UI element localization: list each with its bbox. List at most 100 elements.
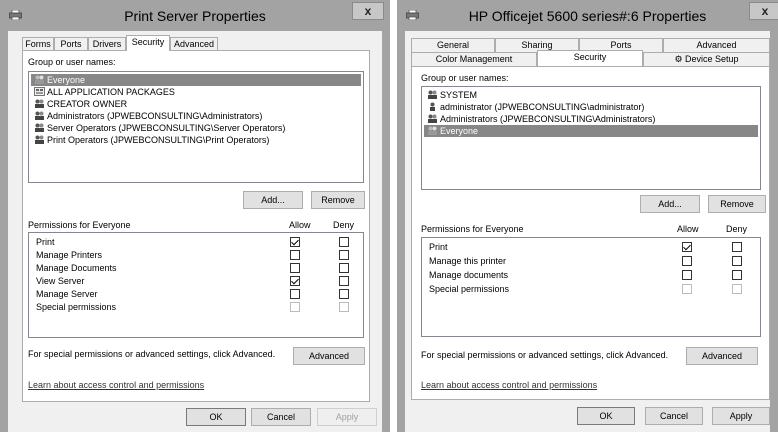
dialog-body: General Sharing Ports Advanced Color Man… — [405, 31, 770, 432]
user-list[interactable]: Everyone ALL APPLICATION PACKAGES CREATO… — [28, 71, 364, 183]
tab-label: Device Setup — [685, 54, 739, 64]
list-item-administrator[interactable]: administrator (JPWEBCONSULTING\administr… — [424, 101, 758, 113]
user-name: Server Operators (JPWEBCONSULTING\Server… — [47, 123, 286, 133]
list-item-everyone[interactable]: Everyone — [424, 125, 758, 137]
special-permissions-text: For special permissions or advanced sett… — [421, 350, 669, 360]
user-name: Print Operators (JPWEBCONSULTING\Print O… — [47, 135, 270, 145]
list-item-creator-owner[interactable]: CREATOR OWNER — [31, 98, 361, 110]
tab-security[interactable]: Security — [537, 50, 643, 66]
list-item-all-application-packages[interactable]: ALL APPLICATION PACKAGES — [31, 86, 361, 98]
permission-manage-printers-deny-checkbox[interactable] — [339, 250, 349, 260]
users-icon — [34, 135, 45, 144]
user-name: administrator (JPWEBCONSULTING\administr… — [440, 102, 645, 112]
cancel-button[interactable]: Cancel — [251, 408, 311, 426]
permission-manage-server-allow-checkbox[interactable] — [290, 289, 300, 299]
tab-color-management[interactable]: Color Management — [411, 52, 537, 66]
advanced-button[interactable]: Advanced — [686, 347, 758, 365]
permission-print-allow-checkbox[interactable] — [290, 237, 300, 247]
allow-column-header: Allow — [289, 220, 311, 230]
printer-icon — [9, 10, 22, 20]
list-item-server-operators[interactable]: Server Operators (JPWEBCONSULTING\Server… — [31, 122, 361, 134]
list-item-system[interactable]: SYSTEM — [424, 89, 758, 101]
user-name: Everyone — [47, 75, 86, 85]
apply-button: Apply — [317, 408, 377, 426]
remove-button[interactable]: Remove — [708, 195, 766, 213]
permission-manage-this-printer-deny-checkbox[interactable] — [732, 256, 742, 266]
permission-print-label: Print — [429, 242, 448, 252]
window-title: Print Server Properties — [124, 8, 266, 24]
close-button[interactable]: x — [749, 2, 778, 20]
list-item-everyone[interactable]: Everyone — [31, 74, 361, 86]
add-button[interactable]: Add... — [640, 195, 700, 213]
user-name: CREATOR OWNER — [47, 99, 128, 109]
user-icon — [427, 102, 438, 111]
permission-manage-server-label: Manage Server — [36, 289, 98, 299]
permission-view-server-deny-checkbox[interactable] — [339, 276, 349, 286]
deny-column-header: Deny — [726, 224, 748, 234]
permission-special-allow-checkbox — [290, 302, 300, 312]
user-list[interactable]: SYSTEM administrator (JPWEBCONSULTING\ad… — [421, 86, 761, 190]
ok-button[interactable]: OK — [577, 407, 635, 425]
print-server-properties-window: Print Server Properties x Forms Ports Dr… — [0, 0, 390, 432]
permission-manage-printers-label: Manage Printers — [36, 250, 103, 260]
permission-manage-this-printer-label: Manage this printer — [429, 256, 507, 266]
title-bar[interactable]: Print Server Properties x — [0, 0, 390, 30]
tab-advanced[interactable]: Advanced — [170, 37, 218, 51]
advanced-button[interactable]: Advanced — [293, 347, 365, 365]
permission-manage-server-deny-checkbox[interactable] — [339, 289, 349, 299]
permission-special-label: Special permissions — [36, 302, 117, 312]
list-item-administrators[interactable]: Administrators (JPWEBCONSULTING\Administ… — [424, 113, 758, 125]
permission-special-deny-checkbox — [732, 284, 742, 294]
permission-special-allow-checkbox — [682, 284, 692, 294]
list-item-print-operators[interactable]: Print Operators (JPWEBCONSULTING\Print O… — [31, 134, 361, 146]
close-button[interactable]: x — [352, 2, 384, 20]
tab-forms[interactable]: Forms — [22, 37, 54, 51]
tab-general[interactable]: General — [411, 38, 495, 52]
tab-drivers[interactable]: Drivers — [88, 37, 126, 51]
users-icon — [427, 114, 438, 123]
special-permissions-text: For special permissions or advanced sett… — [28, 349, 276, 359]
permissions-list: Print Manage this printer Manage documen… — [421, 237, 761, 337]
printer-properties-window: HP Officejet 5600 series#:6 Properties x… — [397, 0, 778, 432]
security-tab-panel: Group or user names: Everyone ALL APPLIC… — [22, 50, 370, 402]
users-icon — [34, 123, 45, 132]
permission-print-deny-checkbox[interactable] — [732, 242, 742, 252]
gear-icon: ⚙ — [674, 54, 683, 64]
printer-icon — [406, 10, 419, 20]
tab-security[interactable]: Security — [126, 35, 170, 51]
learn-about-access-control-link[interactable]: Learn about access control and permissio… — [421, 380, 597, 390]
user-name: Everyone — [440, 126, 479, 136]
permission-view-server-label: View Server — [36, 276, 85, 286]
users-icon — [34, 111, 45, 120]
user-name: SYSTEM — [440, 90, 478, 100]
permission-manage-printers-allow-checkbox[interactable] — [290, 250, 300, 260]
permissions-label: Permissions for Everyone — [421, 224, 524, 234]
add-button[interactable]: Add... — [243, 191, 303, 209]
permission-manage-documents-label: Manage Documents — [36, 263, 117, 273]
package-icon — [34, 87, 45, 96]
permission-manage-documents-deny-checkbox[interactable] — [339, 263, 349, 273]
list-item-administrators[interactable]: Administrators (JPWEBCONSULTING\Administ… — [31, 110, 361, 122]
remove-button[interactable]: Remove — [311, 191, 365, 209]
apply-button[interactable]: Apply — [712, 407, 770, 425]
permission-manage-this-printer-allow-checkbox[interactable] — [682, 256, 692, 266]
permission-manage-documents-allow-checkbox[interactable] — [682, 270, 692, 280]
permission-manage-documents-deny-checkbox[interactable] — [732, 270, 742, 280]
permission-special-deny-checkbox — [339, 302, 349, 312]
permission-manage-documents-allow-checkbox[interactable] — [290, 263, 300, 273]
user-name: ALL APPLICATION PACKAGES — [47, 87, 175, 97]
cancel-button[interactable]: Cancel — [645, 407, 703, 425]
permission-print-deny-checkbox[interactable] — [339, 237, 349, 247]
permission-print-label: Print — [36, 237, 55, 247]
tab-ports[interactable]: Ports — [54, 37, 88, 51]
title-bar[interactable]: HP Officejet 5600 series#:6 Properties x — [397, 0, 778, 30]
permission-view-server-allow-checkbox[interactable] — [290, 276, 300, 286]
permissions-list: Print Manage Printers Manage Documents V… — [28, 232, 364, 338]
ok-button[interactable]: OK — [186, 408, 246, 426]
tab-advanced[interactable]: Advanced — [663, 38, 770, 52]
group-or-user-names-label: Group or user names: — [421, 73, 509, 83]
tab-device-setup[interactable]: ⚙ Device Setup — [643, 52, 770, 66]
permission-print-allow-checkbox[interactable] — [682, 242, 692, 252]
learn-about-access-control-link[interactable]: Learn about access control and permissio… — [28, 380, 204, 390]
permission-special-label: Special permissions — [429, 284, 510, 294]
